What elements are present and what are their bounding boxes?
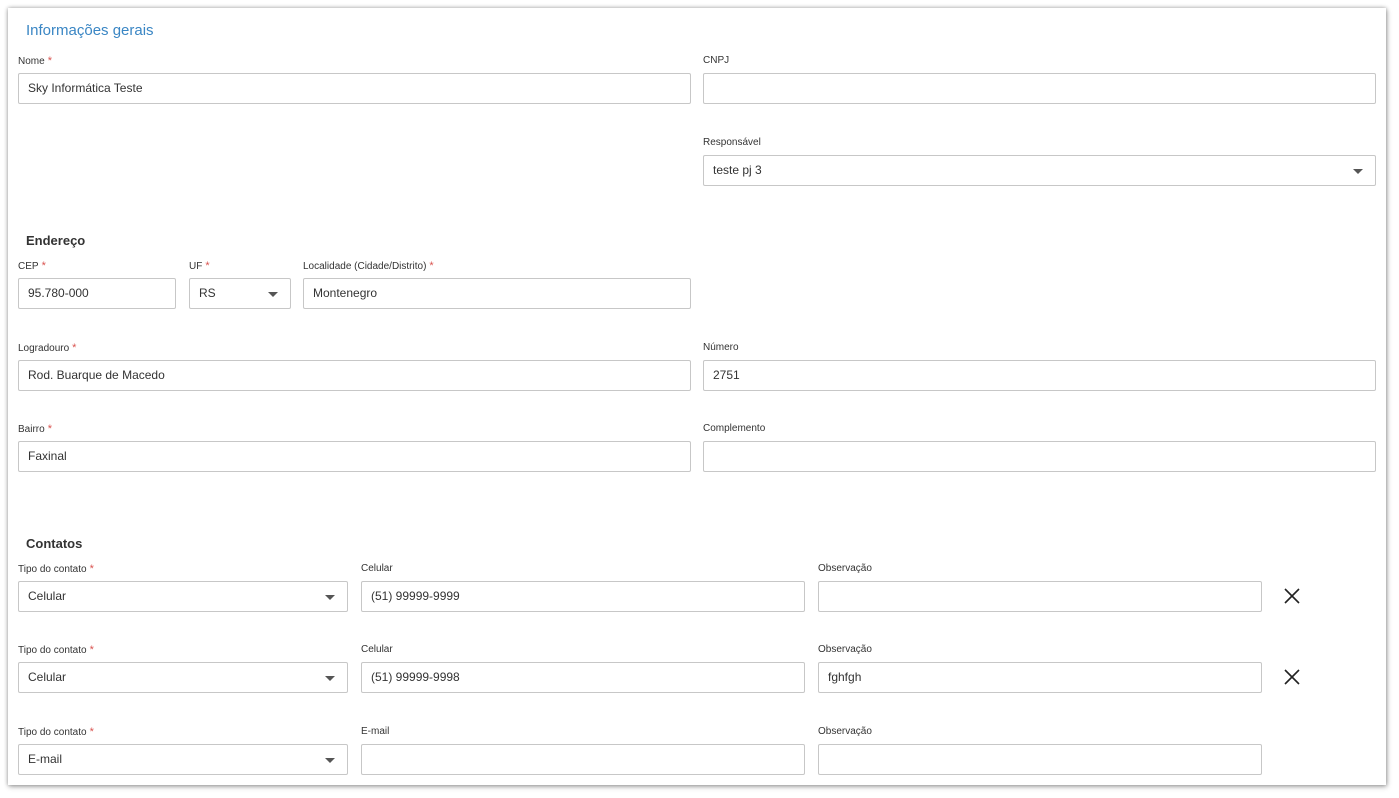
tipo-contato-label: Tipo do contato <box>18 645 87 656</box>
required-marker: * <box>89 644 94 656</box>
numero-label: Número <box>703 342 739 353</box>
bairro-field: Bairro * Faxinal <box>18 423 691 473</box>
bairro-label: Bairro <box>18 424 45 435</box>
chevron-down-icon <box>1353 169 1363 174</box>
contato-valor-field: Celular (51) 99999-9998 <box>361 644 805 694</box>
celular-input[interactable]: (51) 99999-9999 <box>361 581 805 612</box>
remove-contact-button[interactable] <box>1282 586 1302 606</box>
responsavel-value: teste pj 3 <box>713 163 762 177</box>
required-marker: * <box>429 260 434 272</box>
tipo-contato-select[interactable]: E-mail <box>18 744 348 775</box>
chevron-down-icon <box>268 292 278 297</box>
numero-value: 2751 <box>713 368 740 382</box>
nome-label: Nome <box>18 56 45 67</box>
contatos-title: Contatos <box>26 536 83 551</box>
responsavel-label: Responsável <box>703 137 761 148</box>
observacao-field: Observação fghfgh <box>818 644 1262 694</box>
uf-label: UF <box>189 261 203 272</box>
complemento-input[interactable] <box>703 441 1376 472</box>
cep-field: CEP * 95.780-000 <box>18 260 176 310</box>
tipo-contato-field: Tipo do contato * Celular <box>18 644 348 694</box>
numero-field: Número 2751 <box>703 342 1376 392</box>
responsavel-field: Responsável teste pj 3 <box>703 137 1376 187</box>
uf-select[interactable]: RS <box>189 278 291 309</box>
tipo-contato-field: Tipo do contato * Celular <box>18 563 348 613</box>
contato-valor-value: (51) 99999-9998 <box>371 670 460 684</box>
nome-value: Sky Informática Teste <box>28 81 143 95</box>
required-marker: * <box>89 726 94 738</box>
endereco-title: Endereço <box>26 233 86 248</box>
uf-field: UF * RS <box>189 260 291 310</box>
chevron-down-icon <box>325 676 335 681</box>
tipo-contato-select[interactable]: Celular <box>18 662 348 693</box>
uf-value: RS <box>199 286 216 300</box>
cnpj-field: CNPJ <box>703 55 1376 105</box>
required-marker: * <box>41 260 46 272</box>
tipo-contato-select[interactable]: Celular <box>18 581 348 612</box>
required-marker: * <box>47 423 52 435</box>
cnpj-input[interactable] <box>703 73 1376 104</box>
cep-input[interactable]: 95.780-000 <box>18 278 176 309</box>
numero-input[interactable]: 2751 <box>703 360 1376 391</box>
chevron-down-icon <box>325 758 335 763</box>
section-title: Informações gerais <box>26 22 154 39</box>
observacao-field: Observação <box>818 563 1262 613</box>
required-marker: * <box>205 260 210 272</box>
observacao-label: Observação <box>818 644 872 655</box>
cnpj-label: CNPJ <box>703 55 730 66</box>
required-marker: * <box>47 55 52 67</box>
responsavel-select[interactable]: teste pj 3 <box>703 155 1376 186</box>
tipo-contato-label: Tipo do contato <box>18 727 87 738</box>
contato-valor-label: Celular <box>361 563 393 574</box>
observacao-input[interactable]: fghfgh <box>818 662 1262 693</box>
celular-input[interactable]: (51) 99999-9998 <box>361 662 805 693</box>
observacao-label: Observação <box>818 563 872 574</box>
logradouro-label: Logradouro <box>18 343 70 354</box>
tipo-contato-value: E-mail <box>28 752 63 766</box>
observacao-field: Observação <box>818 726 1262 776</box>
logradouro-input[interactable]: Rod. Buarque de Macedo <box>18 360 691 391</box>
observacao-input[interactable] <box>818 744 1262 775</box>
logradouro-value: Rod. Buarque de Macedo <box>28 368 165 382</box>
bairro-input[interactable]: Faxinal <box>18 441 691 472</box>
contato-valor-label: E-mail <box>361 726 390 737</box>
cep-value: 95.780-000 <box>28 286 89 300</box>
close-icon <box>1284 669 1300 685</box>
localidade-value: Montenegro <box>313 286 378 300</box>
remove-contact-button[interactable] <box>1282 667 1302 687</box>
nome-field: Nome * Sky Informática Teste <box>18 55 691 105</box>
chevron-down-icon <box>325 595 335 600</box>
localidade-field: Localidade (Cidade/Distrito) * Montenegro <box>303 260 691 310</box>
observacao-label: Observação <box>818 726 872 737</box>
nome-input[interactable]: Sky Informática Teste <box>18 73 691 104</box>
tipo-contato-value: Celular <box>28 589 67 603</box>
complemento-label: Complemento <box>703 423 766 434</box>
complemento-field: Complemento <box>703 423 1376 473</box>
close-icon <box>1284 588 1300 604</box>
logradouro-field: Logradouro * Rod. Buarque de Macedo <box>18 342 691 392</box>
cep-label: CEP <box>18 261 39 272</box>
required-marker: * <box>72 342 77 354</box>
required-marker: * <box>89 563 94 575</box>
form-card: Informações gerais Nome * Sky Informática… <box>8 8 1386 785</box>
observacao-input[interactable] <box>818 581 1262 612</box>
email-input[interactable] <box>361 744 805 775</box>
contato-valor-field: Celular (51) 99999-9999 <box>361 563 805 613</box>
bairro-value: Faxinal <box>28 449 67 463</box>
contato-valor-label: Celular <box>361 644 393 655</box>
observacao-value: fghfgh <box>828 670 862 684</box>
localidade-input[interactable]: Montenegro <box>303 278 691 309</box>
contato-valor-value: (51) 99999-9999 <box>371 589 460 603</box>
contato-valor-field: E-mail <box>361 726 805 776</box>
localidade-label: Localidade (Cidade/Distrito) <box>303 261 427 272</box>
tipo-contato-label: Tipo do contato <box>18 564 87 575</box>
tipo-contato-field: Tipo do contato * E-mail <box>18 726 348 776</box>
tipo-contato-value: Celular <box>28 670 67 684</box>
